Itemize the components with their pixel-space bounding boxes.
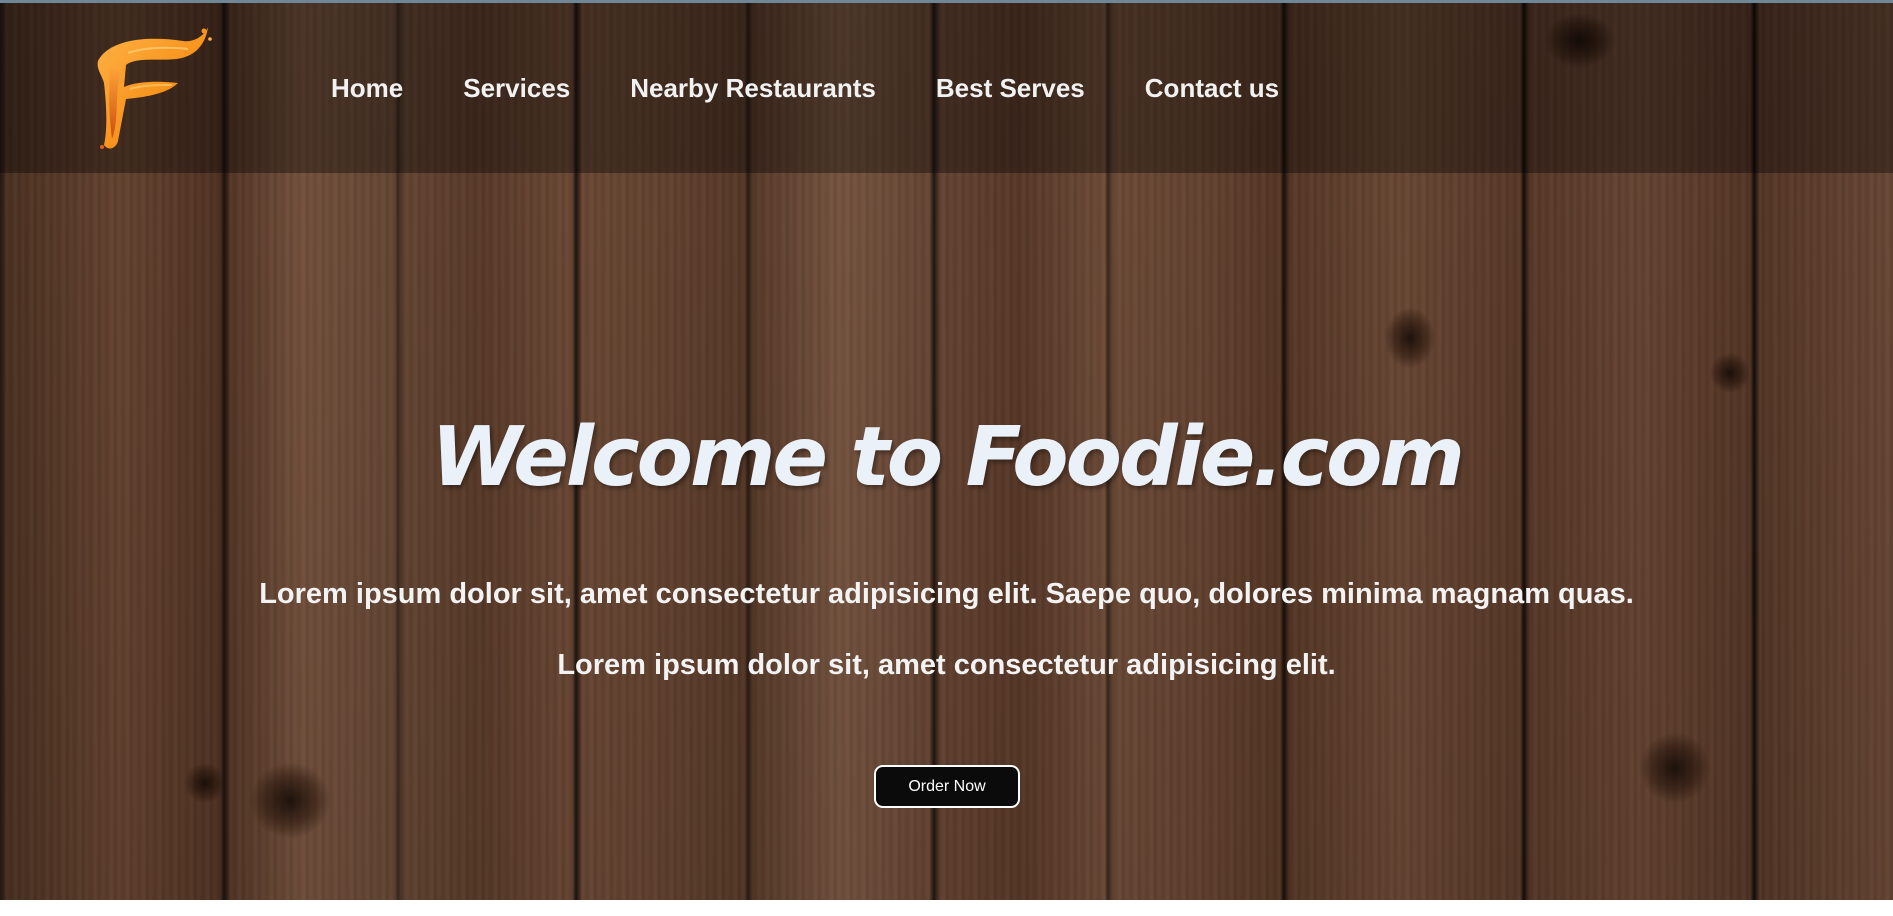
page: Home Services Nearby Restaurants Best Se…	[0, 0, 1893, 916]
nav-link-best-serves[interactable]: Best Serves	[936, 73, 1085, 104]
navbar: Home Services Nearby Restaurants Best Se…	[0, 3, 1893, 173]
hero-tagline-1: Lorem ipsum dolor sit, amet consectetur …	[259, 578, 1634, 610]
order-now-button[interactable]: Order Now	[874, 765, 1020, 808]
nav-link-contact-us[interactable]: Contact us	[1145, 73, 1279, 104]
nav-link-nearby-restaurants[interactable]: Nearby Restaurants	[630, 73, 876, 104]
hero-headline: Welcome to Foodie.com	[431, 410, 1465, 505]
brand-logo[interactable]	[88, 23, 213, 153]
hero-tagline-2: Lorem ipsum dolor sit, amet consectetur …	[557, 649, 1336, 681]
nav-link-home[interactable]: Home	[331, 73, 403, 104]
nav-link-services[interactable]: Services	[463, 73, 570, 104]
main-nav: Home Services Nearby Restaurants Best Se…	[331, 73, 1339, 104]
orange-swirl-f-logo-icon	[97, 27, 212, 149]
